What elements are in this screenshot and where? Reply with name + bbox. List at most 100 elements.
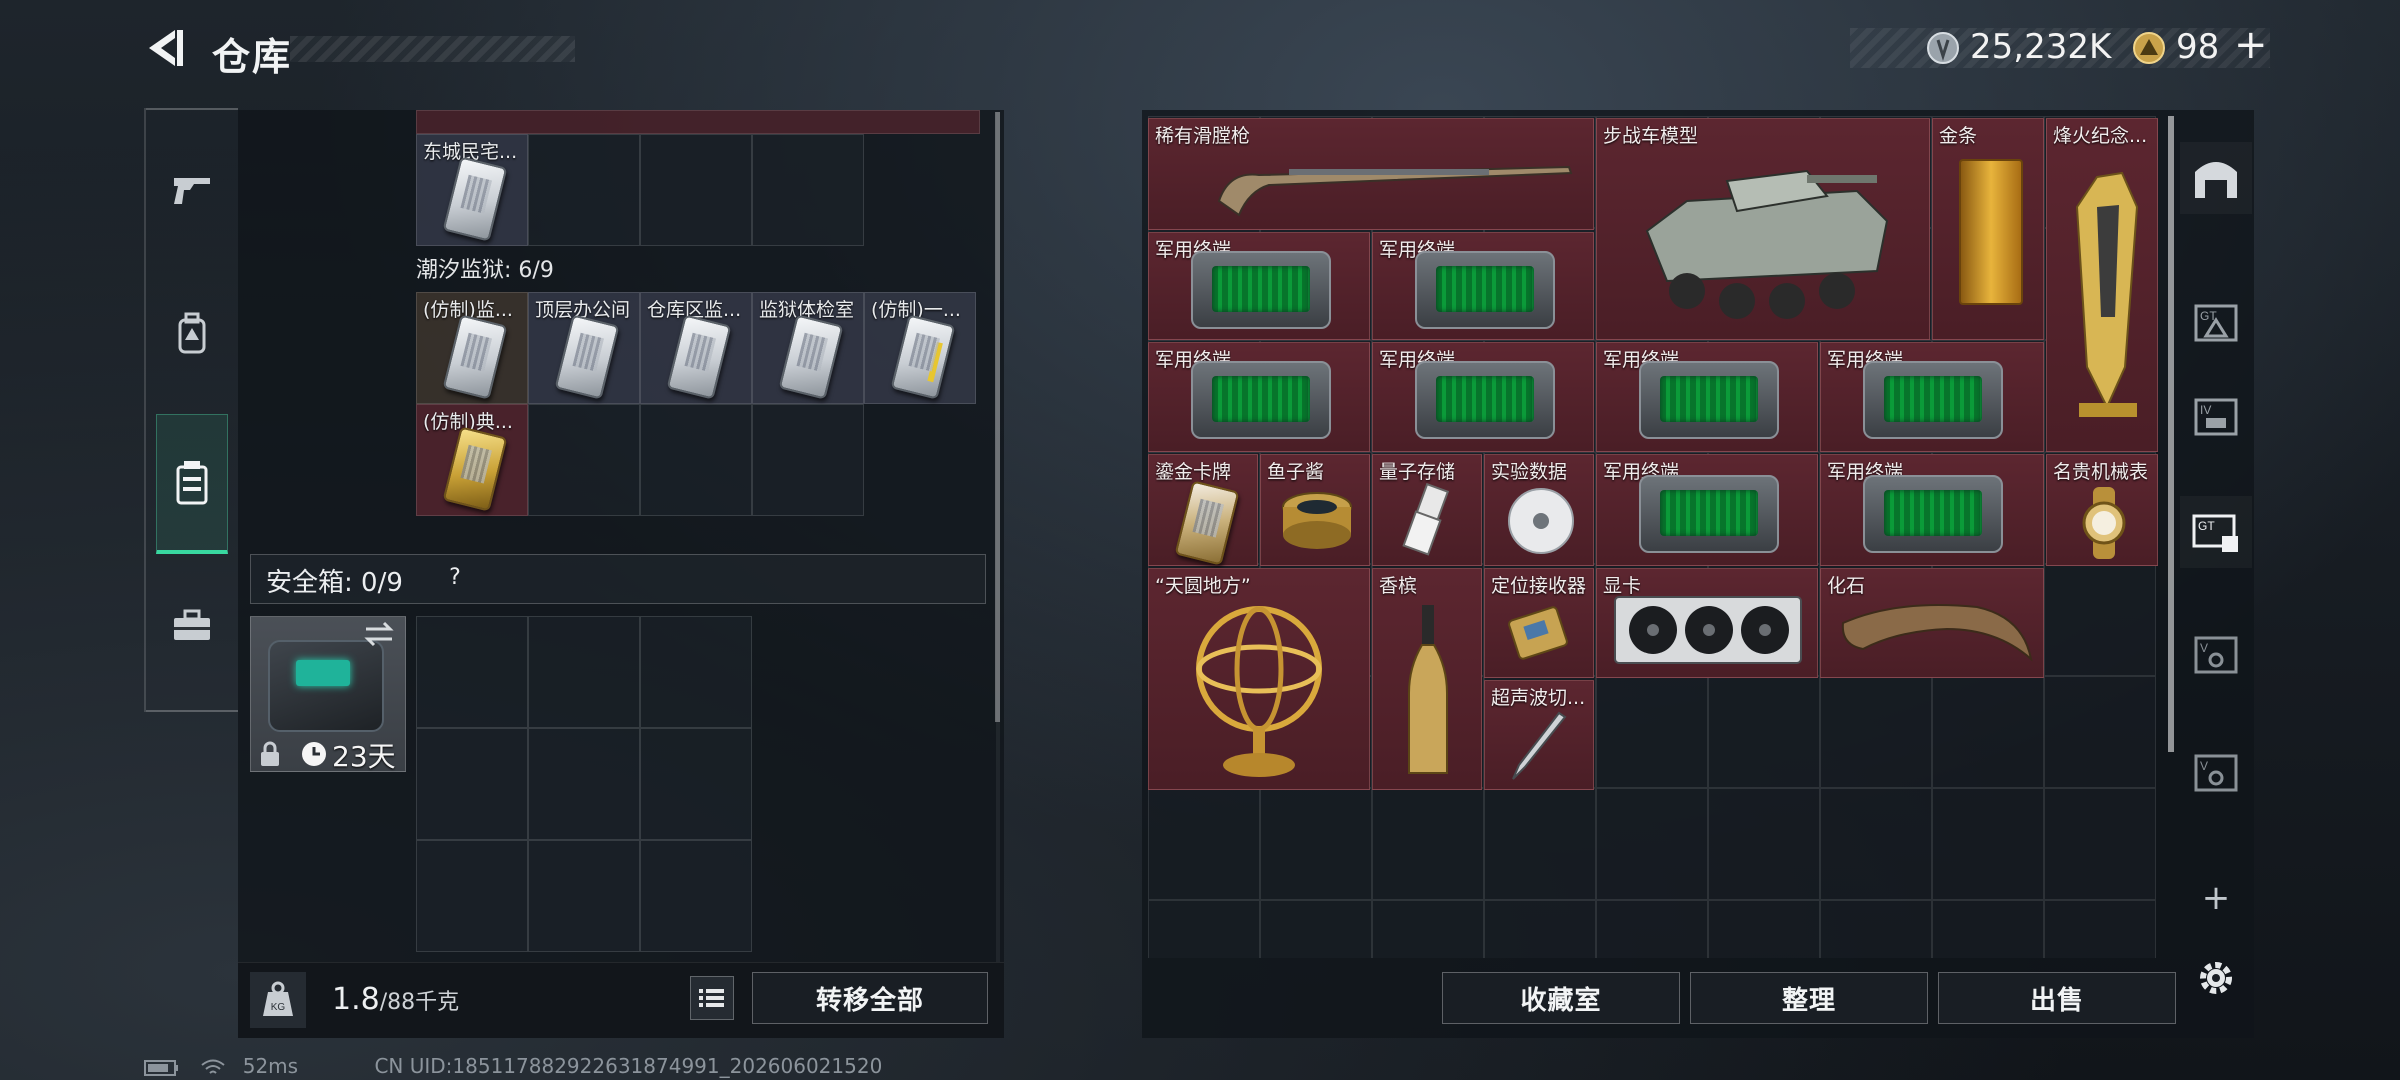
warehouse-empty-slot[interactable] <box>1708 900 1820 958</box>
empty-slot[interactable] <box>528 404 640 516</box>
item-slot-caviar[interactable]: 鱼子酱 <box>1260 454 1370 566</box>
safebox-slot[interactable] <box>416 840 528 952</box>
armillary-sphere-icon <box>1196 606 1322 777</box>
item-slot-gilded-card[interactable]: 鎏金卡牌 <box>1148 454 1258 566</box>
item-slot[interactable]: 监狱体检室 <box>752 292 864 404</box>
empty-slot[interactable] <box>640 134 752 246</box>
item-slot-quantum-storage[interactable]: 量子存储 <box>1372 454 1482 566</box>
add-currency-button[interactable]: + <box>2234 22 2268 68</box>
warehouse-empty-slot[interactable] <box>1932 676 2044 788</box>
item-slot-watch[interactable]: 名贵机械表 <box>2046 454 2158 566</box>
safebox-slot[interactable] <box>640 616 752 728</box>
item-slot-gold-bar[interactable]: 金条 <box>1932 118 2044 340</box>
warehouse-empty-slot[interactable] <box>1372 900 1484 958</box>
warehouse-empty-slot[interactable] <box>2044 564 2156 676</box>
item-slot-terminal[interactable]: 军用终端 <box>1372 232 1594 340</box>
item-slot-terminal[interactable]: 军用终端 <box>1148 232 1370 340</box>
warehouse-empty-slot[interactable] <box>1820 676 1932 788</box>
item-slot-champagne[interactable]: 香槟 <box>1372 568 1482 790</box>
warehouse-empty-slot[interactable] <box>1932 900 2044 958</box>
item-slot-terminal[interactable]: 军用终端 <box>1148 342 1370 452</box>
empty-slot[interactable] <box>528 134 640 246</box>
settings-button[interactable] <box>2180 942 2252 1014</box>
warehouse-tab-4[interactable]: GT <box>2180 496 2252 568</box>
warehouse-empty-slot[interactable] <box>2044 676 2156 788</box>
warehouse-empty-slot[interactable] <box>1596 788 1708 900</box>
help-button[interactable]: ? <box>438 561 472 593</box>
empty-slot[interactable] <box>752 134 864 246</box>
item-slot[interactable]: 仓库区监... <box>640 292 752 404</box>
warehouse-empty-slot[interactable] <box>1260 788 1372 900</box>
caviar-tin-icon <box>1282 492 1352 549</box>
item-slot-experiment-data[interactable]: 实验数据 <box>1484 454 1594 566</box>
warehouse-tab-3[interactable]: IV <box>2180 380 2252 452</box>
item-label: 名贵机械表 <box>2053 461 2149 483</box>
item-slot-ifv-model[interactable]: 步战车模型 <box>1596 118 1930 340</box>
item-slot[interactable]: (仿制)典... <box>416 404 528 516</box>
add-tab-button[interactable]: + <box>2180 862 2252 934</box>
safebox-slot[interactable] <box>640 840 752 952</box>
safebox-slot[interactable] <box>640 728 752 840</box>
container-tab[interactable] <box>156 414 228 554</box>
item-slot-musket[interactable]: 稀有滑膛枪 <box>1148 118 1594 230</box>
sell-button[interactable]: 出售 <box>1938 972 2176 1024</box>
prison-section-title: 潮汐监狱: 6/9 <box>416 258 554 283</box>
warehouse-empty-slot[interactable] <box>1484 788 1596 900</box>
toolbox-tab[interactable] <box>156 590 228 662</box>
back-arrow-icon[interactable] <box>145 26 187 70</box>
weapon-tab[interactable] <box>156 154 228 226</box>
item-slot-terminal[interactable]: 军用终端 <box>1596 454 1818 566</box>
item-slot[interactable]: (仿制)监... <box>416 292 528 404</box>
left-scrollbar-thumb[interactable] <box>995 112 1000 722</box>
transfer-all-button[interactable]: 转移全部 <box>752 972 988 1024</box>
warehouse-empty-slot[interactable] <box>1596 676 1708 788</box>
warehouse-empty-slot[interactable] <box>1148 788 1260 900</box>
armor-tab[interactable] <box>156 298 228 370</box>
keycard-icon <box>554 314 620 400</box>
item-slot-armillary[interactable]: “天圆地方” <box>1148 568 1370 790</box>
warehouse-empty-slot[interactable] <box>1484 900 1596 958</box>
item-slot-ultrasonic-cutter[interactable]: 超声波切... <box>1484 680 1594 790</box>
organize-button[interactable]: 整理 <box>1690 972 1928 1024</box>
warehouse-empty-slot[interactable] <box>1372 788 1484 900</box>
safebox-days-remaining: 23天 <box>332 740 396 773</box>
item-slot-trophy[interactable]: 烽火纪念... <box>2046 118 2158 452</box>
item-slot-terminal[interactable]: 军用终端 <box>1372 342 1594 452</box>
safebox-slot[interactable] <box>528 728 640 840</box>
safebox-slot[interactable] <box>416 616 528 728</box>
warehouse-empty-slot[interactable] <box>2044 900 2156 958</box>
warehouse-empty-slot[interactable] <box>1820 788 1932 900</box>
item-slot-terminal[interactable]: 军用终端 <box>1820 342 2044 452</box>
item-slot-receiver[interactable]: 定位接收器 <box>1484 568 1594 678</box>
item-slot[interactable]: 东城民宅... <box>416 134 528 246</box>
item-slot-terminal[interactable]: 军用终端 <box>1596 342 1818 452</box>
warehouse-empty-slot[interactable] <box>1820 900 1932 958</box>
warehouse-empty-slot[interactable] <box>1260 900 1372 958</box>
list-view-button[interactable] <box>690 976 734 1020</box>
warehouse-tab-6[interactable]: V <box>2180 736 2252 808</box>
warehouse-tab-2[interactable]: GT <box>2180 286 2252 358</box>
warehouse-empty-slot[interactable] <box>1148 900 1260 958</box>
item-slot[interactable]: 顶层办公间 <box>528 292 640 404</box>
item-slot[interactable]: (仿制)一... <box>864 292 976 404</box>
empty-slot[interactable] <box>752 404 864 516</box>
warehouse-icon <box>2195 162 2237 198</box>
warehouse-empty-slot[interactable] <box>1708 788 1820 900</box>
safebox-slot[interactable] <box>528 616 640 728</box>
warehouse-tab-5[interactable]: V <box>2180 618 2252 690</box>
briefcase-icon <box>174 609 210 640</box>
safebox-slot[interactable] <box>416 728 528 840</box>
safebox-slot[interactable] <box>528 840 640 952</box>
empty-slot[interactable] <box>640 404 752 516</box>
right-scrollbar[interactable] <box>2168 116 2174 752</box>
warehouse-empty-slot[interactable] <box>2044 788 2156 900</box>
item-slot-terminal[interactable]: 军用终端 <box>1820 454 2044 566</box>
item-slot-fossil[interactable]: 化石 <box>1820 568 2044 678</box>
item-slot-gpu[interactable]: 显卡 <box>1596 568 1818 678</box>
warehouse-empty-slot[interactable] <box>1596 900 1708 958</box>
collection-room-button[interactable]: 收藏室 <box>1442 972 1680 1024</box>
swap-icon[interactable] <box>362 620 396 648</box>
warehouse-empty-slot[interactable] <box>1708 676 1820 788</box>
warehouse-tab-all[interactable] <box>2180 142 2252 214</box>
warehouse-empty-slot[interactable] <box>1932 788 2044 900</box>
